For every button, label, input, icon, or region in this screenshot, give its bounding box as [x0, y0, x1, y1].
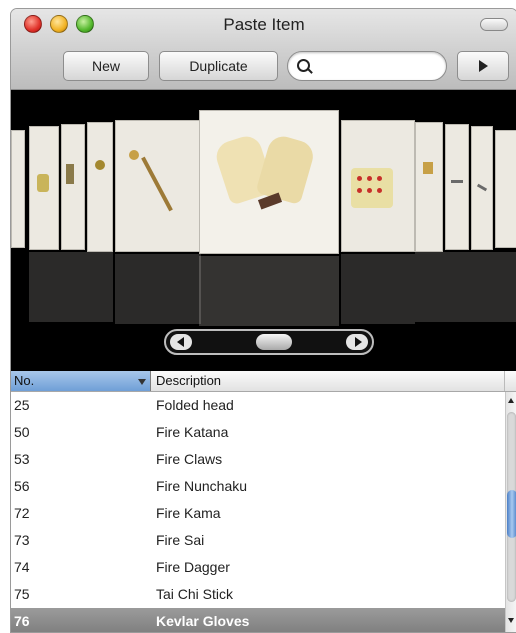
cell-no: 74	[14, 559, 30, 575]
sort-descending-icon	[138, 379, 146, 385]
arrow-right-icon	[355, 337, 362, 347]
cover-reflection	[341, 254, 415, 324]
column-header-label: No.	[14, 373, 35, 388]
cover-item[interactable]	[11, 130, 25, 248]
table-row[interactable]: 75 Tai Chi Stick	[11, 581, 505, 608]
cell-no: 76	[14, 613, 30, 629]
cover-item[interactable]	[445, 124, 469, 250]
cover-flow-view[interactable]	[11, 90, 516, 371]
cell-description: Folded head	[156, 397, 234, 413]
cover-item-selected[interactable]	[199, 110, 339, 254]
cell-description: Tai Chi Stick	[156, 586, 234, 602]
cover-reflection	[415, 252, 516, 322]
play-right-icon	[478, 59, 488, 72]
paste-item-window: Paste Item New Duplicate No. Description…	[10, 8, 516, 633]
table-row[interactable]: 50 Fire Katana	[11, 419, 505, 446]
cell-description: Fire Sai	[156, 532, 205, 548]
cover-reflection	[199, 256, 339, 326]
column-header-no[interactable]: No.	[11, 371, 151, 391]
cell-no: 75	[14, 586, 30, 602]
cell-description: Fire Claws	[156, 451, 223, 467]
cover-flow-thumb[interactable]	[256, 334, 292, 350]
cover-flow-scroller[interactable]	[164, 329, 374, 355]
cell-no: 25	[14, 397, 30, 413]
cell-no: 73	[14, 532, 30, 548]
window-title: Paste Item	[223, 15, 305, 34]
cover-item[interactable]	[415, 122, 443, 252]
cover-reflection	[115, 254, 201, 324]
table-row[interactable]: 53 Fire Claws	[11, 446, 505, 473]
cell-description: Fire Katana	[156, 424, 229, 440]
items-table: No. Description 25 Folded head 50 Fire K…	[11, 371, 516, 632]
cell-no: 50	[14, 424, 30, 440]
table-row[interactable]: 72 Fire Kama	[11, 500, 505, 527]
title-bar: Paste Item New Duplicate	[11, 9, 516, 90]
cover-item[interactable]	[471, 126, 493, 250]
vertical-scrollbar[interactable]	[505, 392, 516, 632]
scroll-left-button[interactable]	[170, 334, 192, 350]
scroll-down-icon[interactable]	[508, 618, 514, 623]
table-header: No. Description	[11, 371, 516, 392]
next-button[interactable]	[457, 51, 509, 81]
cell-description: Fire Dagger	[156, 559, 230, 575]
table-row[interactable]: 73 Fire Sai	[11, 527, 505, 554]
cell-description: Fire Kama	[156, 505, 221, 521]
cell-description: Kevlar Gloves	[156, 613, 250, 629]
column-header-description[interactable]: Description	[151, 371, 505, 391]
cover-item[interactable]	[61, 124, 85, 250]
cover-item[interactable]	[115, 120, 201, 252]
cell-description: Fire Nunchaku	[156, 478, 248, 494]
table-row-selected[interactable]: 76 Kevlar Gloves	[11, 608, 505, 632]
cell-no: 56	[14, 478, 30, 494]
search-field[interactable]	[287, 51, 447, 81]
table-row[interactable]: 74 Fire Dagger	[11, 554, 505, 581]
scroll-thumb[interactable]	[507, 490, 516, 538]
cover-item[interactable]	[87, 122, 113, 252]
cell-no: 53	[14, 451, 30, 467]
table-row[interactable]: 25 Folded head	[11, 392, 505, 419]
scroll-up-icon[interactable]	[508, 398, 514, 403]
dice-image	[351, 168, 393, 208]
glove-image	[255, 132, 317, 206]
cover-item[interactable]	[341, 120, 415, 252]
toolbar-toggle-button[interactable]	[480, 18, 508, 31]
cover-reflection	[29, 252, 113, 322]
search-input[interactable]	[314, 56, 442, 78]
scroll-track[interactable]	[507, 412, 516, 602]
new-button[interactable]: New	[63, 51, 149, 81]
cell-no: 72	[14, 505, 30, 521]
arrow-left-icon	[177, 337, 184, 347]
duplicate-button[interactable]: Duplicate	[159, 51, 278, 81]
table-row[interactable]: 56 Fire Nunchaku	[11, 473, 505, 500]
search-icon	[297, 59, 310, 72]
cover-item[interactable]	[495, 130, 516, 248]
cover-item[interactable]	[29, 126, 59, 250]
scroll-right-button[interactable]	[346, 334, 368, 350]
